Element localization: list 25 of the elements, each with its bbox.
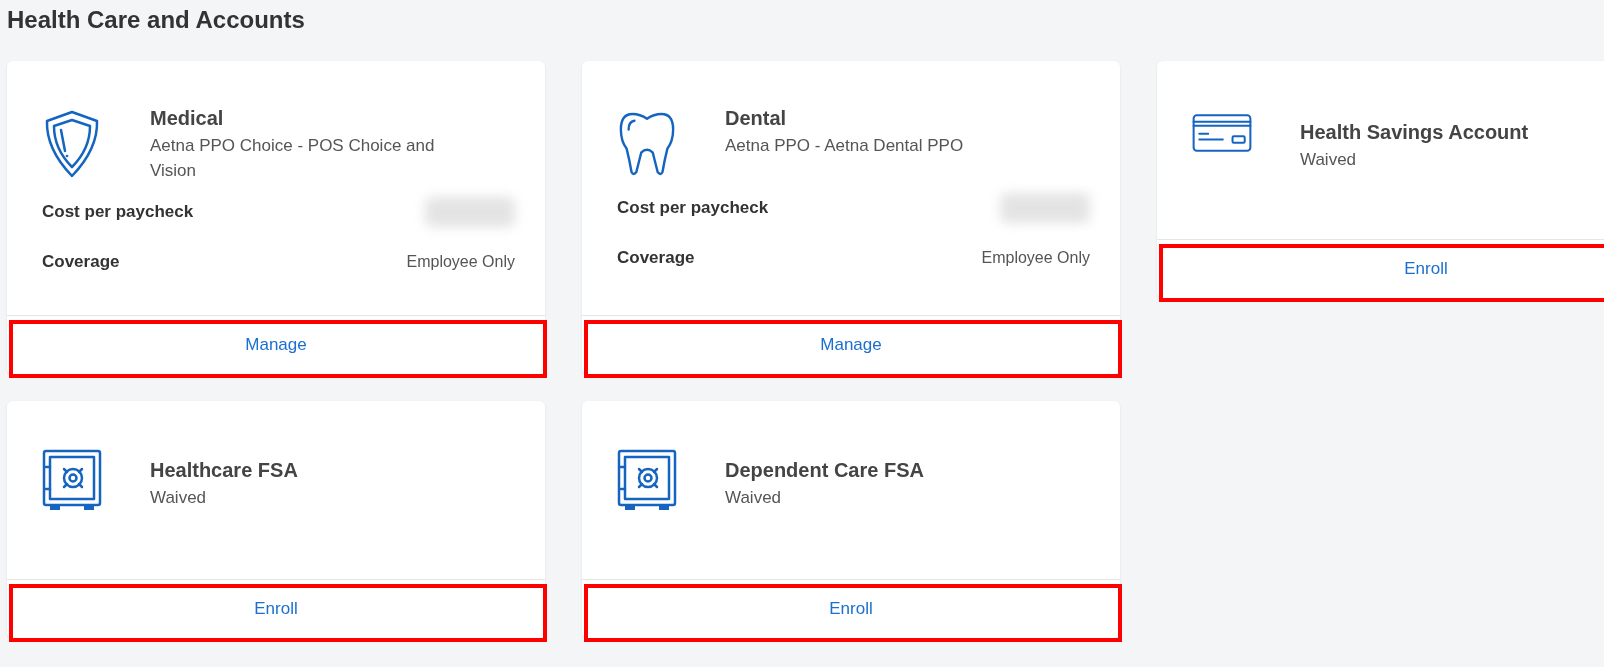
action-button[interactable]: Enroll: [1157, 240, 1604, 298]
shield-icon: [44, 109, 100, 179]
card-title: Dependent Care FSA: [725, 459, 924, 482]
action-button[interactable]: Enroll: [7, 580, 545, 638]
action-button[interactable]: Manage: [7, 316, 545, 374]
card-title: Health Savings Account: [1300, 121, 1529, 144]
card-title: Medical: [150, 107, 225, 130]
card-subtitle: Waived: [1300, 149, 1358, 171]
card-title: Dental: [725, 107, 788, 130]
detail-label: Cost per paycheck: [617, 198, 769, 218]
safe-icon: [42, 449, 102, 513]
detail-value: Employee Only: [981, 249, 1090, 267]
detail-label: Coverage: [42, 252, 120, 273]
card-title: Healthcare FSA: [150, 459, 298, 482]
detail-label: Coverage: [617, 248, 695, 268]
card-subtitle: Aetna PPO Choice - POS Choice and Vision: [150, 135, 436, 182]
page-title: Health Care and Accounts: [7, 6, 305, 34]
safe-icon: [617, 449, 677, 513]
card-subtitle: Aetna PPO - Aetna Dental PPO: [725, 135, 964, 157]
action-button[interactable]: Enroll: [582, 580, 1120, 638]
action-button[interactable]: Manage: [582, 316, 1120, 374]
card-subtitle: Waived: [150, 487, 208, 509]
detail-value: Employee Only: [406, 253, 515, 272]
detail-label: Cost per paycheck: [42, 202, 194, 223]
card-subtitle: Waived: [725, 487, 783, 509]
